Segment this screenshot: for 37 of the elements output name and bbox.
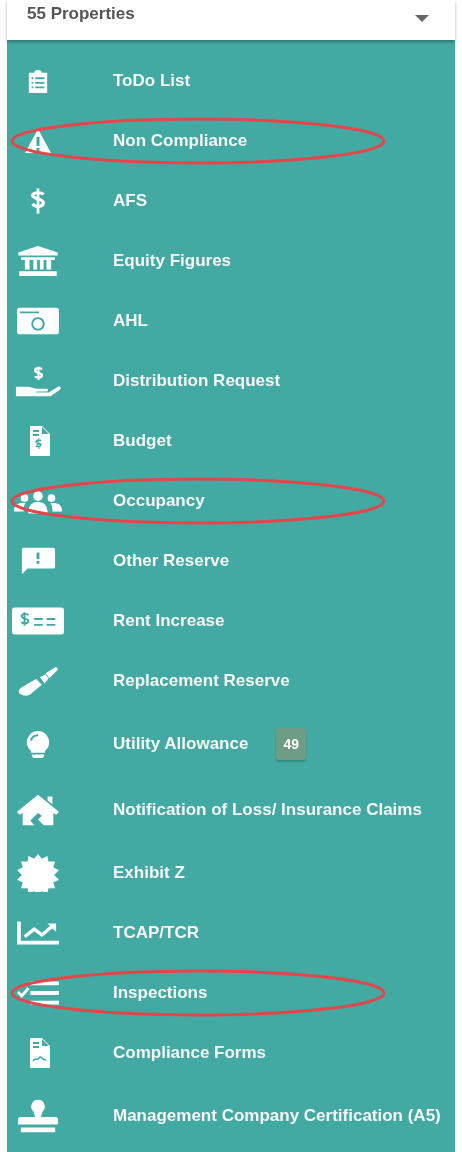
warning-icon [23, 128, 53, 154]
hand-dollar-icon [15, 365, 61, 397]
clipboard-icon [27, 68, 49, 94]
people-icon [12, 488, 64, 514]
caret-icon [415, 15, 429, 22]
menu-item[interactable]: Exhibit Z [7, 843, 455, 903]
bank-icon [17, 246, 59, 276]
stamp-icon [17, 1099, 59, 1133]
menu-item[interactable]: AFS [7, 171, 455, 231]
count-badge: 49 [276, 728, 306, 760]
comment-alert-icon [20, 547, 56, 575]
menu-item[interactable]: Other Reserve [7, 531, 455, 591]
menu-item[interactable]: Rent Increase [7, 591, 455, 651]
menu-item[interactable]: TCAP/TCR [7, 903, 455, 963]
menu-item[interactable]: Distribution Request [7, 351, 455, 411]
brush-icon [17, 665, 59, 697]
menu-item[interactable]: Equity Figures [7, 231, 455, 291]
menu-item[interactable]: ToDo List [7, 51, 455, 111]
dollar-icon [29, 186, 47, 216]
checklist-icon [17, 979, 59, 1007]
menu-item[interactable]: AHL [7, 291, 455, 351]
chart-line-icon [17, 921, 59, 945]
badge-icon [17, 854, 59, 892]
menu-item[interactable]: Management Company Certification (A5) [7, 1083, 455, 1149]
menu-item[interactable]: Notification of Loss/ Insurance Claims [7, 777, 455, 843]
house-icon [15, 794, 61, 826]
menu-item[interactable]: Utility Allowance 49 [7, 711, 455, 777]
camera-icon [17, 307, 59, 335]
menu-item[interactable]: Occupancy [7, 471, 455, 531]
menu-item[interactable]: Compliance Forms [7, 1023, 455, 1083]
property-dropdown[interactable]: 55 Properties [7, 0, 455, 40]
lightbulb-icon [24, 728, 52, 760]
menu-item[interactable]: Non Compliance [7, 111, 455, 171]
menu-item[interactable]: Budget [7, 411, 455, 471]
menu-item[interactable]: Replacement Reserve [7, 651, 455, 711]
check-icon [12, 607, 64, 635]
menu-item[interactable]: Inspections [7, 963, 455, 1023]
